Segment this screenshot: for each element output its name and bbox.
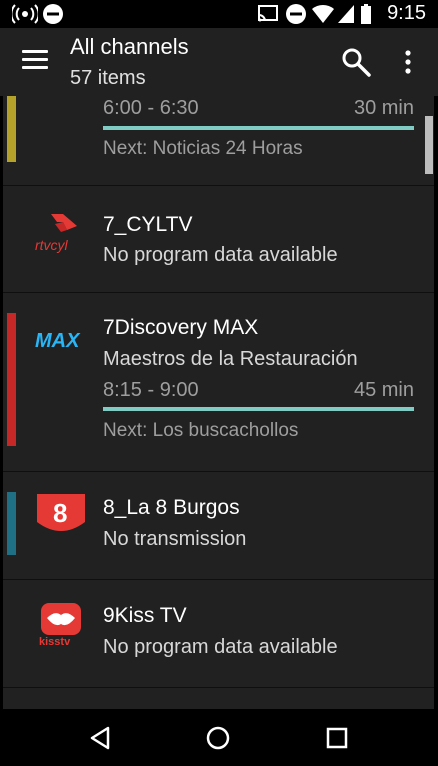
channel-color-stripe: [7, 96, 16, 162]
program-title: No program data available: [103, 636, 338, 658]
more-vert-icon[interactable]: [398, 46, 418, 78]
next-program: Next: Los buscachollos: [103, 420, 299, 441]
channel-color-stripe: [7, 313, 16, 446]
navigation-bar: [0, 709, 438, 766]
channel-name: 7_CYLTV: [103, 213, 193, 236]
program-progress-bar: [103, 126, 414, 130]
cast-icon: [258, 5, 278, 22]
program-time-range: 6:00 - 6:30: [103, 97, 199, 119]
channel-list[interactable]: 6:00 - 6:30 30 min Next: Noticias 24 Hor…: [3, 96, 434, 709]
wifi-icon: [312, 4, 334, 24]
rtvcyl-logo: rtvcyl: [35, 214, 77, 253]
program-progress-bar: [103, 407, 414, 411]
screen: 9:15 All channels 57 items 6:00 - 6:30 3…: [0, 0, 438, 766]
do-not-disturb-icon: [286, 4, 306, 24]
la8-logo-text: 8: [53, 498, 67, 528]
item-count: 57 items: [70, 67, 146, 89]
channel-row[interactable]: rtvcyl 7_CYLTV No program data available: [3, 186, 434, 293]
cell-signal-icon: [338, 5, 354, 23]
program-duration: 45 min: [353, 379, 414, 401]
radio-signal-icon: [12, 4, 38, 24]
rtvcyl-logo-text: rtvcyl: [35, 237, 69, 253]
search-icon[interactable]: [340, 46, 372, 78]
program-duration: 30 min: [353, 97, 414, 119]
program-title: No program data available: [103, 244, 338, 266]
next-program: Next: Noticias 24 Horas: [103, 138, 303, 159]
channel-name: 8_La 8 Burgos: [103, 496, 240, 519]
program-title: No transmission: [103, 528, 247, 550]
program-time-range: 8:15 - 9:00: [103, 379, 199, 401]
status-bar: 9:15: [0, 0, 438, 28]
channel-row[interactable]: 8 8_La 8 Burgos No transmission: [3, 472, 434, 580]
menu-icon[interactable]: [22, 50, 48, 72]
status-time: 9:15: [387, 2, 426, 24]
program-title: Maestros de la Restauración: [103, 348, 358, 370]
la8-logo: 8: [37, 494, 85, 531]
kiss-tv-logo-text: kisstv: [39, 636, 71, 646]
home-icon[interactable]: [204, 724, 232, 752]
channel-color-stripe: [7, 492, 16, 555]
scrollbar[interactable]: [425, 116, 433, 174]
page-title: All channels: [70, 34, 189, 59]
discovery-max-logo: MAX: [35, 330, 81, 352]
battery-icon: [361, 4, 371, 24]
channel-row[interactable]: kisstv 9Kiss TV No program data availabl…: [3, 580, 434, 688]
back-icon[interactable]: [86, 724, 114, 752]
app-bar: All channels 57 items: [0, 28, 438, 96]
channel-row[interactable]: MAX 7Discovery MAX Maestros de la Restau…: [3, 293, 434, 472]
channel-name: 9Kiss TV: [103, 604, 187, 627]
channel-name: 7Discovery MAX: [103, 316, 259, 339]
channel-row[interactable]: [3, 688, 434, 709]
recents-icon[interactable]: [323, 724, 351, 752]
discovery-max-logo-text: MAX: [35, 330, 81, 352]
do-not-disturb-icon: [43, 4, 63, 24]
channel-row[interactable]: 6:00 - 6:30 30 min Next: Noticias 24 Hor…: [3, 96, 434, 186]
kiss-tv-logo: kisstv: [39, 603, 81, 646]
